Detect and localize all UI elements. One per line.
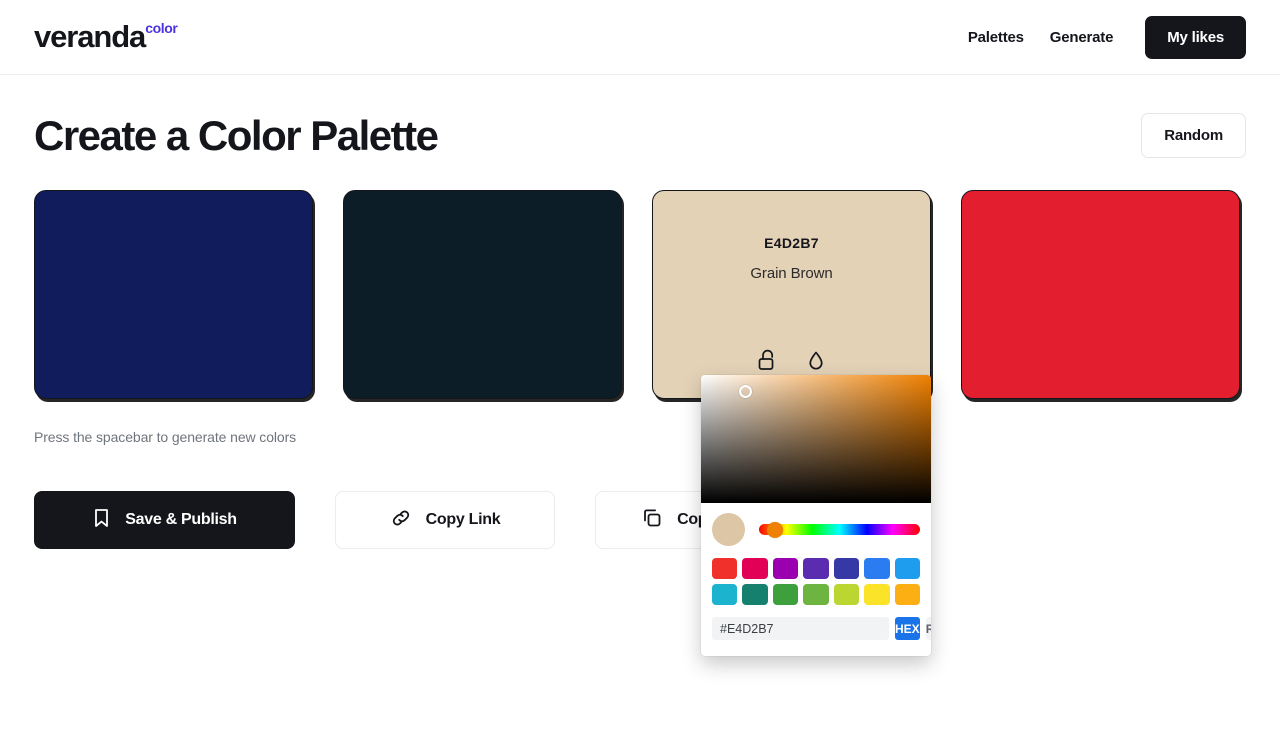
hex-value-input[interactable] — [712, 617, 889, 640]
preset-swatch[interactable] — [742, 584, 768, 605]
hue-gradient-bar[interactable] — [759, 524, 920, 535]
swatch-hex-label: E4D2B7 — [764, 235, 819, 251]
page-title: Create a Color Palette — [34, 111, 439, 159]
color-value-row: HEX RGB — [712, 617, 931, 650]
hue-slider-thumb[interactable] — [767, 521, 783, 538]
preset-swatch-grid — [712, 558, 920, 605]
save-and-publish-button[interactable]: Save & Publish — [34, 491, 295, 549]
copy-link-button[interactable]: Copy Link — [335, 491, 555, 549]
site-header: veranda color Palettes Generate My likes — [0, 0, 1280, 75]
preset-swatch[interactable] — [833, 558, 860, 579]
preset-swatch[interactable] — [864, 558, 890, 579]
preset-swatch[interactable] — [712, 584, 738, 605]
swatch-icon-group — [653, 348, 930, 372]
preset-swatch[interactable] — [894, 584, 920, 605]
save-and-publish-label: Save & Publish — [125, 511, 237, 528]
color-picker-popover[interactable]: HEX RGB — [701, 375, 931, 656]
saturation-value-panel[interactable] — [701, 375, 931, 503]
swatch-color-name: Grain Brown — [750, 265, 833, 282]
preset-swatch[interactable] — [864, 584, 890, 605]
preset-swatch[interactable] — [772, 558, 799, 579]
preset-swatch[interactable] — [894, 558, 920, 579]
link-icon — [390, 507, 412, 534]
preset-row-1 — [712, 558, 920, 579]
preset-swatch[interactable] — [712, 558, 738, 579]
preset-swatch[interactable] — [833, 584, 860, 605]
droplet-icon[interactable] — [806, 348, 826, 372]
copy-link-label: Copy Link — [425, 511, 501, 528]
nav-item-generate[interactable]: Generate — [1050, 29, 1114, 46]
palette-swatch-2[interactable] — [343, 190, 622, 399]
preset-swatch[interactable] — [803, 584, 829, 605]
palette-swatch-3[interactable]: E4D2B7 Grain Brown — [652, 190, 931, 399]
preset-swatch[interactable] — [803, 558, 829, 579]
preset-swatch[interactable] — [742, 558, 768, 579]
hue-slider[interactable] — [759, 521, 920, 538]
logo-text-main: veranda — [34, 19, 146, 54]
palette-swatch-1[interactable] — [34, 190, 313, 399]
spacebar-hint: Press the spacebar to generate new color… — [34, 429, 297, 445]
picker-top-row — [712, 513, 920, 546]
preset-row-2 — [712, 584, 920, 605]
page-header-row: Create a Color Palette Random — [0, 75, 1280, 158]
palette-swatch-row: E4D2B7 Grain Brown — [0, 158, 1280, 399]
nav-item-palettes[interactable]: Palettes — [968, 29, 1024, 46]
my-likes-button[interactable]: My likes — [1145, 15, 1246, 59]
action-button-row: Save & Publish Copy Link Copy Colors — [0, 445, 1280, 549]
format-hex-button[interactable]: HEX — [895, 617, 920, 640]
site-logo[interactable]: veranda color — [34, 19, 178, 55]
preset-swatch[interactable] — [772, 584, 799, 605]
saturation-cursor[interactable] — [739, 385, 752, 398]
format-rgb-button[interactable]: RGB — [925, 617, 931, 640]
unlock-icon[interactable] — [757, 348, 778, 372]
random-button[interactable]: Random — [1141, 113, 1246, 158]
copy-icon — [641, 507, 663, 534]
bookmark-icon — [92, 507, 111, 534]
color-preview-circle — [712, 513, 745, 546]
logo-text-superscript: color — [145, 20, 178, 36]
palette-swatch-4[interactable] — [961, 190, 1240, 399]
color-picker-body: HEX RGB — [701, 503, 931, 650]
main-navigation: Palettes Generate My likes — [968, 15, 1246, 59]
